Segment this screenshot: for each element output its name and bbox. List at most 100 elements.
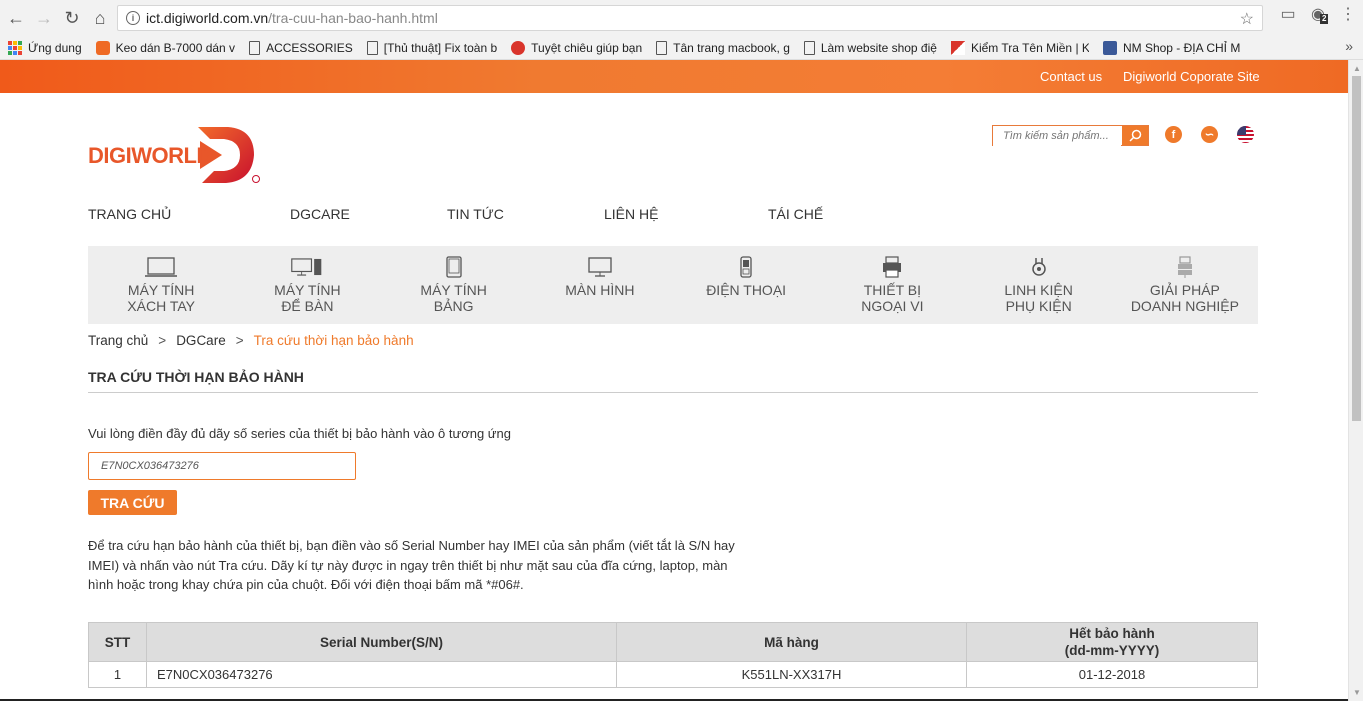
bookmark-star-icon[interactable]: ☆ — [1240, 9, 1254, 29]
search-button[interactable] — [1122, 126, 1148, 145]
category-label-line1: THIẾT BỊ — [863, 282, 922, 298]
category-components[interactable]: LINH KIỆN PHỤ KIỆN — [966, 246, 1112, 324]
site-icon — [511, 40, 526, 55]
laptop-icon — [144, 256, 178, 278]
category-label-line2: DOANH NGHIỆP — [1130, 298, 1239, 314]
reload-icon[interactable]: ↻ — [58, 4, 86, 32]
serial-number-input[interactable] — [88, 452, 356, 480]
category-phone[interactable]: ĐIỆN THOẠI — [673, 246, 819, 324]
category-label-line1: LINH KIỆN — [1004, 282, 1073, 298]
header-serial: Serial Number(S/N) — [146, 622, 617, 662]
rss-icon[interactable]: ∽ — [1201, 126, 1218, 143]
breadcrumb-dgcare[interactable]: DGCare — [176, 333, 226, 348]
extension-badge: 2 — [1320, 14, 1329, 24]
page-content: Contact us Digiworld Coporate Site DIGIW… — [0, 60, 1348, 701]
page-scrollbar[interactable]: ▲ ▼ — [1348, 60, 1363, 701]
warranty-results-table: STT Serial Number(S/N) Mã hàng Hết bảo h… — [88, 622, 1258, 688]
phone-icon — [729, 256, 763, 278]
cast-icon[interactable]: ▭ — [1273, 4, 1303, 24]
more-bookmarks-icon[interactable]: » — [1345, 38, 1353, 54]
facebook-icon[interactable]: f — [1165, 126, 1182, 143]
menu-icon[interactable]: ⋮ — [1333, 4, 1363, 24]
page-icon — [249, 40, 261, 55]
scrollbar-thumb[interactable] — [1352, 76, 1361, 421]
bookmark-apps[interactable]: Ứng dung — [8, 40, 82, 55]
page-icon — [656, 40, 668, 55]
header-expiry: Hết bảo hành (dd-mm-YYYY) — [966, 622, 1258, 662]
category-desktop[interactable]: MÁY TÍNH ĐỂ BÀN — [234, 246, 380, 324]
scroll-down-icon[interactable]: ▼ — [1353, 688, 1361, 697]
forward-icon[interactable]: → — [30, 4, 58, 32]
page-icon — [366, 40, 378, 55]
contact-link[interactable]: Contact us — [1040, 69, 1102, 84]
logo-text: DIGIWORLD — [88, 143, 212, 168]
lookup-button[interactable]: TRA CỨU — [88, 490, 177, 515]
cell-expiry: 01-12-2018 — [966, 661, 1258, 688]
category-enterprise[interactable]: GIẢI PHÁP DOANH NGHIỆP — [1112, 246, 1258, 324]
search-input[interactable] — [993, 126, 1121, 146]
bookmark-item[interactable]: [Thủ thuật] Fix toàn b — [366, 40, 498, 55]
nav-home[interactable]: TRANG CHỦ — [88, 206, 290, 222]
category-label-line1: MÀN HÌNH — [565, 282, 635, 298]
cell-model: K551LN-XX317H — [616, 661, 967, 688]
info-icon[interactable]: i — [126, 11, 140, 25]
category-label-line2: ĐỂ BÀN — [281, 298, 334, 314]
bookmark-item[interactable]: Tuyệt chiêu giúp bạn — [511, 40, 643, 55]
category-label-line2: BẢNG — [433, 298, 474, 314]
page-title: TRA CỨU THỜI HẠN BẢO HÀNH — [88, 369, 304, 385]
url-host: ict.digiworld.com.vn — [146, 10, 269, 26]
category-label-line1: MÁY TÍNH — [127, 282, 195, 298]
category-label-line2: NGOẠI VI — [861, 298, 924, 314]
apps-grid-icon — [8, 40, 22, 55]
bookmark-item[interactable]: Kiểm Tra Tên Miền | K — [950, 40, 1089, 55]
bookmark-label: Tuyệt chiêu giúp bạn — [531, 40, 643, 55]
breadcrumb-separator: > — [158, 333, 167, 348]
help-text: Để tra cứu hạn bảo hành của thiết bị, bạ… — [88, 538, 735, 592]
bookmark-item[interactable]: Tân trang macbook, g — [656, 40, 790, 55]
address-bar[interactable]: i ict.digiworld.com.vn/tra-cuu-han-bao-h… — [117, 5, 1263, 31]
category-label-line2: PHỤ KIỆN — [1005, 298, 1072, 314]
nav-recycle[interactable]: TÁI CHẾ — [768, 206, 823, 222]
bookmark-item[interactable]: ACCESSORIES — [249, 40, 353, 55]
category-label-line1: MÁY TÍNH — [420, 282, 487, 298]
category-bar: MÁY TÍNH XÁCH TAY MÁY TÍNH ĐỂ BÀN MÁY TÍ… — [88, 246, 1258, 324]
table-row: 1 E7N0CX036473276 K551LN-XX317H 01-12-20… — [88, 661, 1258, 688]
cell-serial: E7N0CX036473276 — [146, 661, 617, 688]
bookmark-item[interactable]: NM Shop - ĐỊA CHỈ M — [1102, 40, 1241, 55]
corporate-site-link[interactable]: Digiworld Coporate Site — [1123, 69, 1260, 84]
nav-dgcare[interactable]: DGCARE — [290, 206, 447, 222]
browser-toolbar: ← → ↻ ⌂ i ict.digiworld.com.vn/tra-cuu-h… — [0, 0, 1363, 36]
extension-icon[interactable]: ◉ 2 — [1303, 4, 1333, 24]
bookmark-item[interactable]: Làm website shop điệ — [803, 40, 937, 55]
category-monitor[interactable]: MÀN HÌNH — [527, 246, 673, 324]
header-stt: STT — [88, 622, 147, 662]
us-flag-icon[interactable] — [1237, 126, 1254, 143]
search-icon — [1128, 129, 1141, 142]
youtube-icon — [95, 40, 110, 55]
main-nav: TRANG CHỦ DGCARE TIN TỨC LIÊN HỆ TÁI CHẾ — [88, 206, 823, 222]
cell-stt: 1 — [88, 661, 147, 688]
bookmark-label: Keo dán B-7000 dán v — [115, 40, 236, 55]
nav-contact[interactable]: LIÊN HỆ — [604, 206, 768, 222]
breadcrumb-home[interactable]: Trang chủ — [88, 333, 148, 348]
digiworld-logo[interactable]: DIGIWORLD — [88, 123, 263, 186]
category-peripherals[interactable]: THIẾT BỊ NGOẠI VI — [819, 246, 965, 324]
desktop-icon — [290, 256, 324, 278]
tablet-icon — [437, 256, 471, 278]
back-icon[interactable]: ← — [2, 4, 30, 32]
bookmark-label: Làm website shop điệ — [820, 40, 937, 55]
bookmark-label: NM Shop - ĐỊA CHỈ M — [1122, 40, 1241, 55]
home-icon[interactable]: ⌂ — [86, 4, 114, 32]
facebook-icon — [1102, 40, 1117, 55]
bookmark-item[interactable]: Keo dán B-7000 dán v — [95, 40, 236, 55]
monitor-icon — [583, 256, 617, 278]
search-box — [992, 125, 1149, 146]
category-laptop[interactable]: MÁY TÍNH XÁCH TAY — [88, 246, 234, 324]
category-tablet[interactable]: MÁY TÍNH BẢNG — [381, 246, 527, 324]
scroll-up-icon[interactable]: ▲ — [1353, 64, 1361, 73]
category-label-line1: MÁY TÍNH — [274, 282, 341, 298]
nav-news[interactable]: TIN TỨC — [447, 206, 604, 222]
page-icon — [803, 40, 815, 55]
bookmark-label: [Thủ thuật] Fix toàn b — [383, 40, 498, 55]
breadcrumb-current: Tra cứu thời hạn bảo hành — [253, 333, 414, 348]
